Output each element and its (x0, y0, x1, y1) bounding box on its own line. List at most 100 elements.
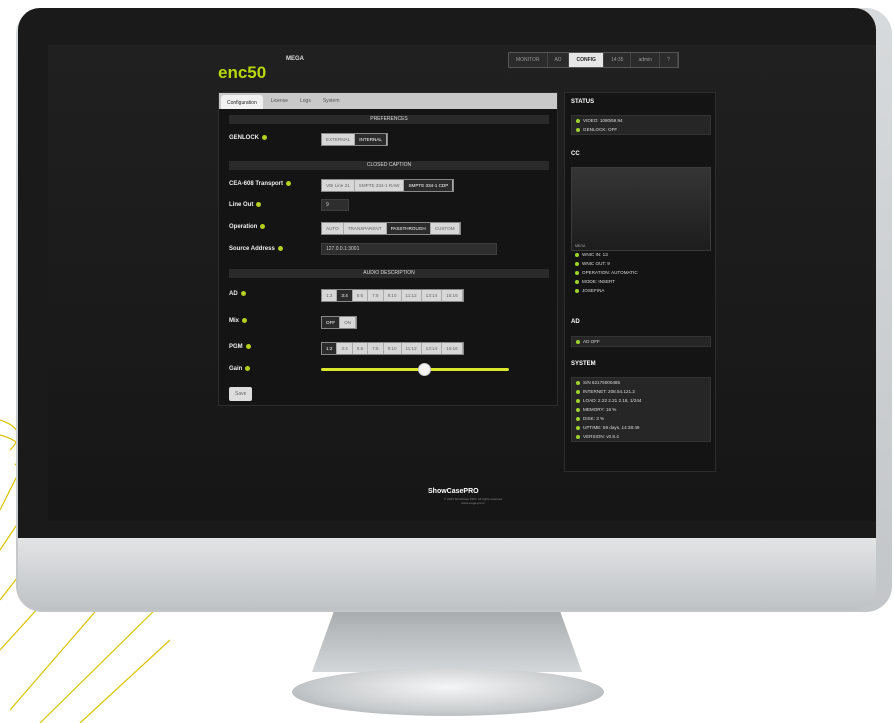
nav-help[interactable]: ? (660, 53, 678, 67)
mix-on[interactable]: ON (340, 317, 357, 328)
footer-brand: ShowCasePRO (428, 488, 479, 495)
operation-transparent[interactable]: TRANSPARENT (344, 223, 387, 234)
info-icon[interactable] (242, 318, 248, 323)
info-icon[interactable] (245, 344, 251, 349)
cc-line: WNIC IN: 13 (571, 250, 709, 259)
top-navigation: MONITOR AD CONFIG 14:35 admin ? (508, 52, 679, 68)
ad-option[interactable]: 15:16 (442, 290, 463, 301)
tab-license[interactable]: License (265, 93, 294, 109)
ad-option[interactable]: 3:4 (337, 290, 353, 301)
ad-option[interactable]: 1:2 (322, 290, 338, 301)
monitor-stand-neck (312, 612, 582, 672)
ad-option[interactable]: 7:8 (368, 290, 384, 301)
cc-info: WNIC IN: 13 WNIC OUT: 9 OPERATION: AUTOM… (571, 250, 709, 295)
status-line: GENLOCK: OFF (572, 125, 710, 134)
gain-slider-handle[interactable] (417, 363, 431, 376)
ad-option[interactable]: 13:14 (422, 290, 443, 301)
system-line: VERSION: v0.8.4 (572, 432, 710, 441)
nav-user[interactable]: admin (631, 53, 661, 67)
status-box: VIDEO: 1080i59.94 GENLOCK: OFF (571, 115, 711, 135)
mix-toggle: OFF ON (321, 316, 358, 329)
info-icon[interactable] (256, 202, 262, 207)
lineout-input[interactable]: 9 (321, 199, 349, 211)
system-line: INTERNET: 208.54.121.3 (572, 387, 710, 396)
ad-title: AD (571, 319, 580, 325)
operation-custom[interactable]: CUSTOM (431, 223, 460, 234)
source-address-input[interactable]: 127.0.0.1:3001 (321, 243, 497, 255)
info-icon[interactable] (286, 181, 292, 186)
tab-system[interactable]: System (317, 93, 346, 109)
nav-ad[interactable]: AD (547, 53, 570, 67)
cc-line: WNIC OUT: 9 (571, 259, 709, 268)
pgm-option[interactable]: 9:10 (384, 343, 402, 354)
operation-passthrough[interactable]: PASSTHROUGH (386, 223, 431, 234)
ad-channel-toggle: 1:2 3:4 5:6 7:8 9:10 11:12 13:14 15:16 (321, 289, 464, 302)
genlock-toggle: EXTERNAL INTERNAL (321, 133, 388, 146)
cc-line: JOSEFINA (571, 286, 709, 295)
system-box: S/N 62175000485 INTERNET: 208.54.121.3 L… (571, 377, 711, 442)
pgm-label: PGM (229, 344, 251, 350)
info-icon[interactable] (240, 291, 246, 296)
monitor-stand-base (292, 668, 604, 716)
transport-label: CEA-608 Transport (229, 181, 292, 187)
tab-logs[interactable]: Logs (294, 93, 317, 109)
system-line: UPTIME: 59 days, 14:38:49 (572, 423, 710, 432)
nav-clock: 14:35 (603, 53, 632, 67)
system-line: S/N 62175000485 (572, 378, 710, 387)
pgm-option[interactable]: 7:8 (368, 343, 384, 354)
tab-configuration[interactable]: Configuration (221, 95, 263, 109)
save-button[interactable]: Save (229, 387, 253, 401)
cc-preview-label: MEGA (575, 244, 586, 248)
pgm-option[interactable]: 1:2 (322, 343, 338, 354)
section-closed-caption: CLOSED CAPTION (229, 161, 549, 170)
genlock-internal[interactable]: INTERNAL (355, 134, 387, 145)
gain-slider-track[interactable] (321, 368, 509, 371)
ad-option[interactable]: 5:6 (353, 290, 369, 301)
system-line: LOAD: 2.22 2.21 2.18, 1/244 (572, 396, 710, 405)
ad-option[interactable]: 9:10 (384, 290, 402, 301)
cc-preview: MEGA (571, 167, 711, 251)
info-icon[interactable] (245, 366, 251, 371)
operation-label: Operation (229, 224, 266, 230)
ad-status-box: AD OFF (571, 336, 711, 347)
info-icon[interactable] (260, 224, 266, 229)
section-preferences: PREFERENCES (229, 115, 549, 124)
footer-link[interactable]: www.mega-pro.tv (428, 501, 518, 505)
transport-raw[interactable]: SMPTE 334-1 RAW (355, 180, 405, 191)
status-title: STATUS (571, 99, 595, 105)
source-label: Source Address (229, 246, 283, 252)
transport-vbi[interactable]: VBI Line 21 (322, 180, 355, 191)
pgm-option[interactable]: 15:16 (442, 343, 463, 354)
pgm-option[interactable]: 5:6 (353, 343, 369, 354)
ad-option[interactable]: 11:12 (402, 290, 422, 301)
pgm-option[interactable]: 13:14 (422, 343, 443, 354)
nav-monitor[interactable]: MONITOR (509, 53, 548, 67)
cc-title: CC (571, 151, 580, 157)
pgm-option[interactable]: 11:12 (402, 343, 422, 354)
tab-bar: Configuration License Logs System (219, 93, 557, 109)
ad-label: AD (229, 291, 246, 297)
info-icon[interactable] (277, 246, 283, 251)
system-title: SYSTEM (571, 361, 596, 367)
info-icon[interactable] (262, 135, 267, 140)
configuration-panel: Configuration License Logs System PREFER… (218, 92, 558, 406)
pgm-option[interactable]: 3:4 (337, 343, 353, 354)
system-line: MEMORY: 16 % (572, 405, 710, 414)
ad-line: AD OFF (572, 337, 710, 346)
status-line: VIDEO: 1080i59.94 (572, 116, 710, 125)
gain-label: Gain (229, 366, 251, 372)
cc-line: MODE: INSERT (571, 277, 709, 286)
transport-cdp[interactable]: SMPTE 334-1 CDP (404, 180, 454, 191)
genlock-external[interactable]: EXTERNAL (322, 134, 356, 145)
nav-config[interactable]: CONFIG (569, 53, 604, 67)
app-screen: enc50 MEGA MONITOR AD CONFIG 14:35 admin… (48, 45, 876, 521)
section-audio-description: AUDIO DESCRIPTION (229, 269, 549, 278)
cc-line: OPERATION: AUTOMATIC (571, 268, 709, 277)
mix-off[interactable]: OFF (322, 317, 341, 328)
mix-label: Mix (229, 318, 248, 324)
operation-auto[interactable]: AUTO (322, 223, 344, 234)
device-name: MEGA (286, 56, 304, 62)
genlock-label: GENLOCK (229, 135, 267, 141)
pgm-channel-toggle: 1:2 3:4 5:6 7:8 9:10 11:12 13:14 15:16 (321, 342, 464, 355)
transport-toggle: VBI Line 21 SMPTE 334-1 RAW SMPTE 334-1 … (321, 179, 455, 192)
